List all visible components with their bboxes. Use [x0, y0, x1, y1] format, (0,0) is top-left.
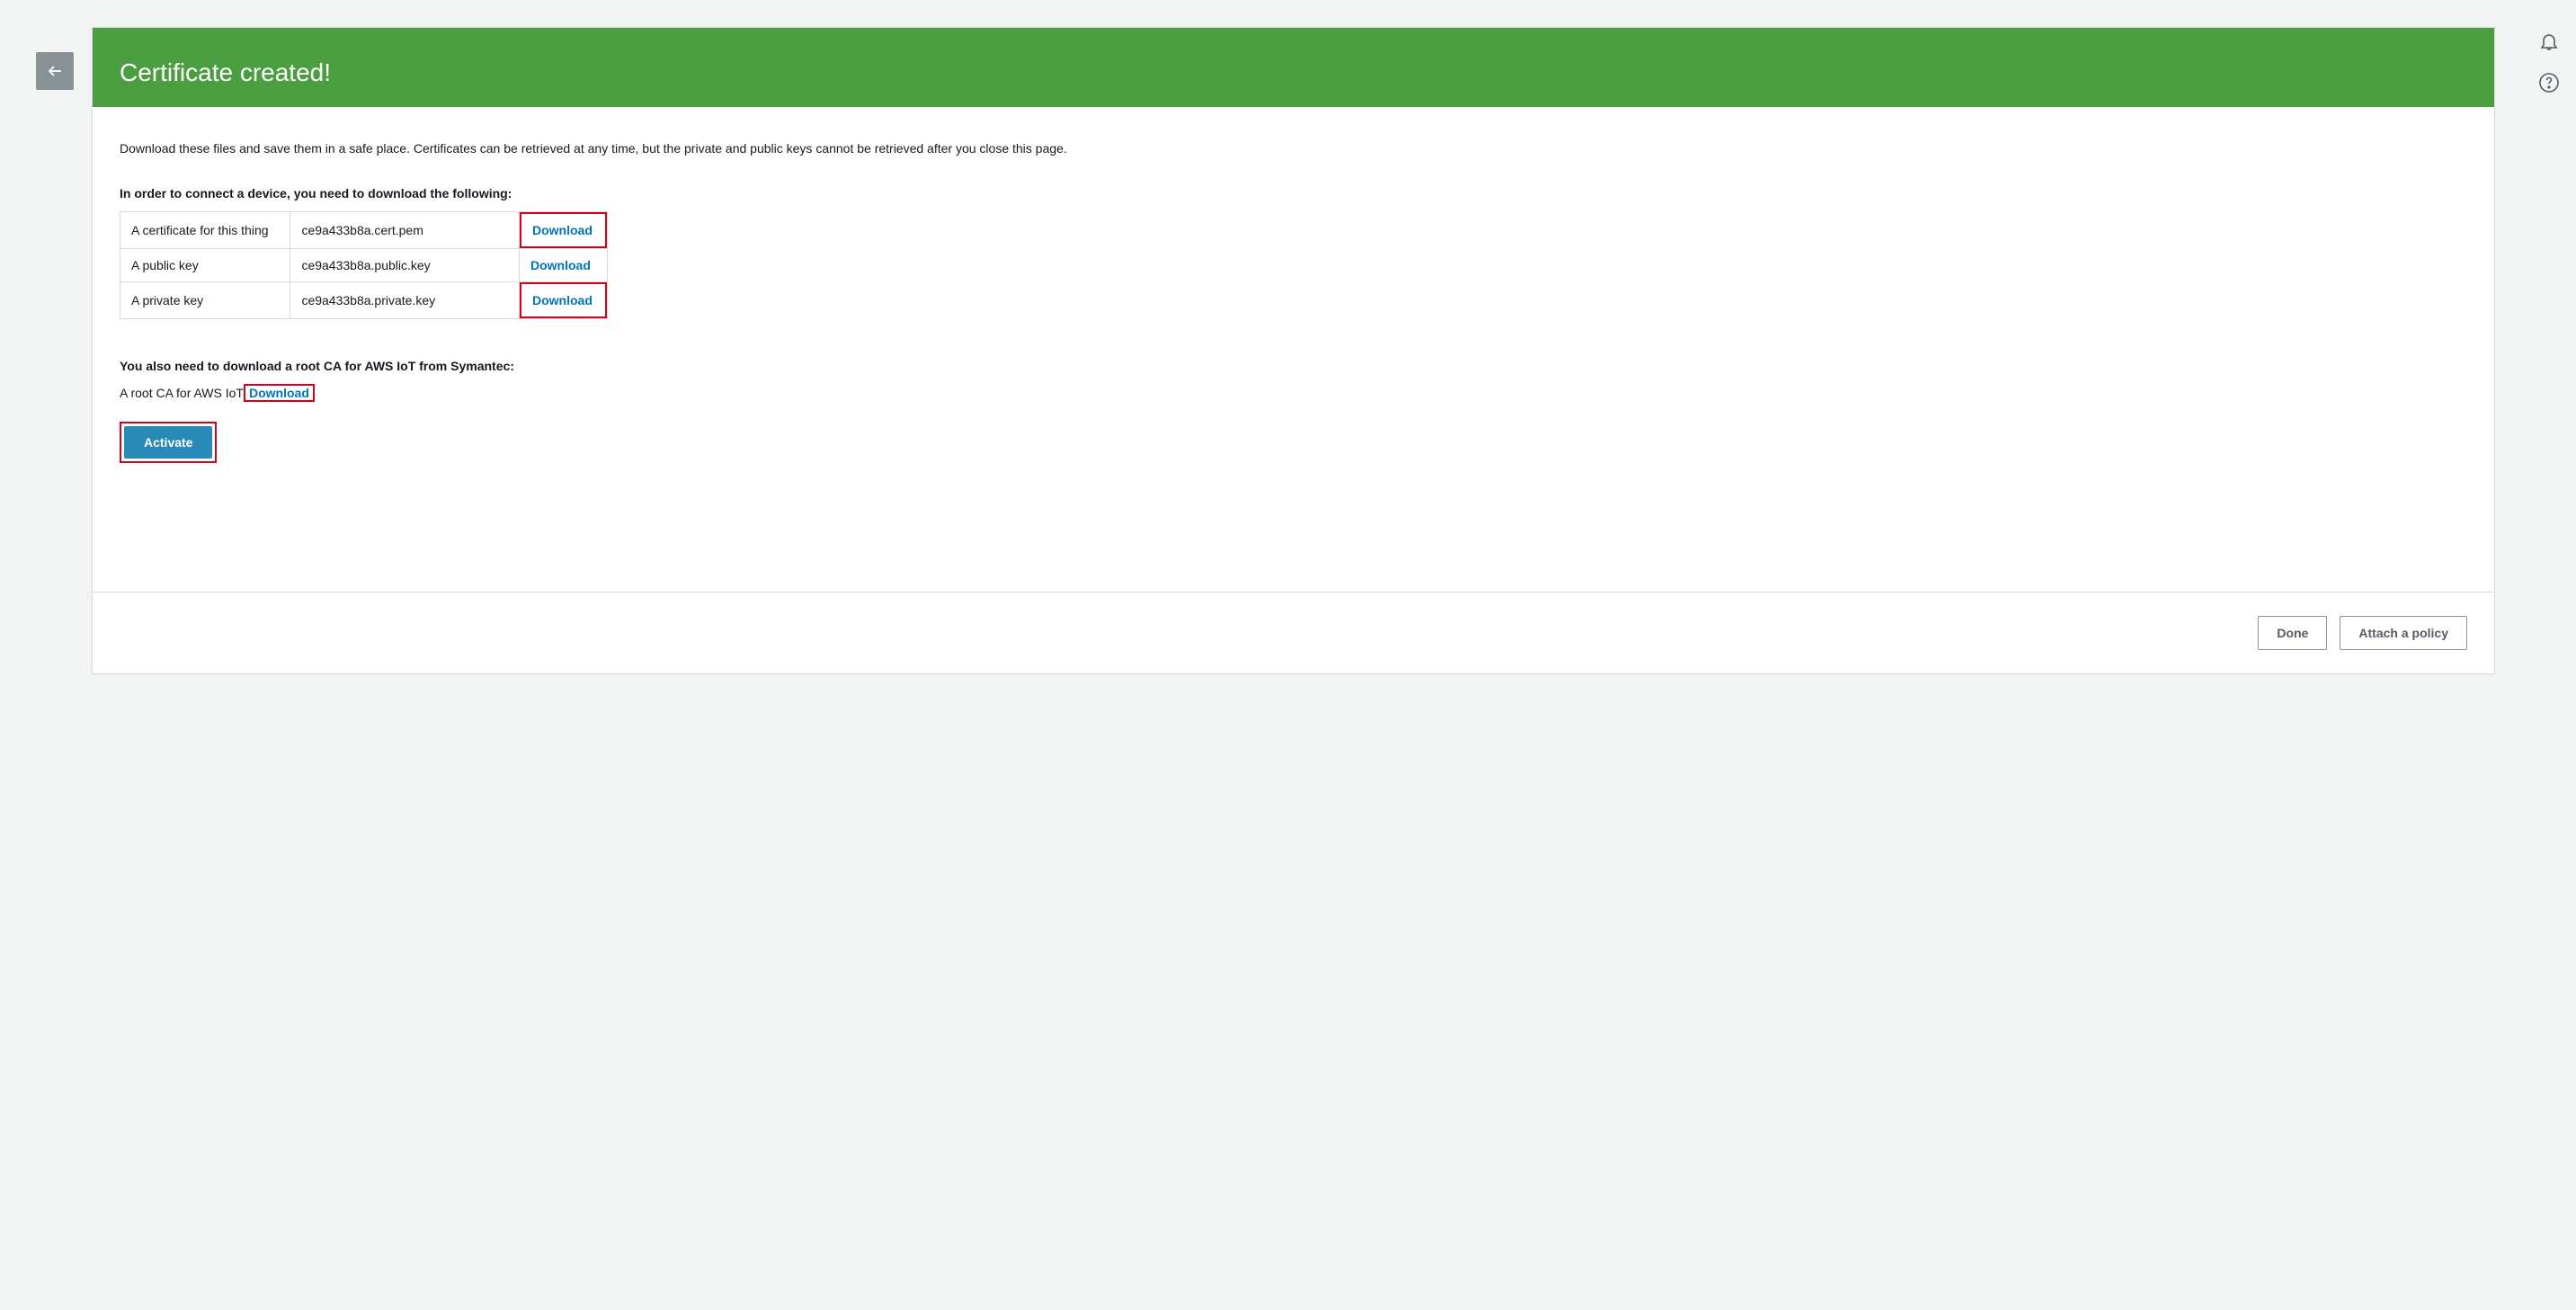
help-icon[interactable]	[2538, 72, 2560, 94]
activate-button[interactable]: Activate	[124, 426, 212, 459]
table-row: A public key ce9a433b8a.public.key Downl…	[120, 249, 608, 282]
table-row: A certificate for this thing ce9a433b8a.…	[120, 212, 608, 249]
root-ca-heading: You also need to download a root CA for …	[120, 359, 2467, 373]
row-filename: ce9a433b8a.public.key	[290, 249, 520, 282]
table-row: A private key ce9a433b8a.private.key Dow…	[120, 282, 608, 319]
row-filename: ce9a433b8a.private.key	[290, 282, 520, 319]
banner-title: Certificate created!	[120, 58, 331, 86]
highlight-box: Download	[520, 212, 607, 248]
arrow-left-icon	[47, 63, 63, 79]
downloads-table: A certificate for this thing ce9a433b8a.…	[120, 211, 608, 319]
utility-icons	[2538, 31, 2560, 94]
back-button[interactable]	[36, 52, 74, 90]
content-area: Download these files and save them in a …	[93, 107, 2494, 592]
main-card: Certificate created! Download these file…	[92, 27, 2495, 674]
row-label: A certificate for this thing	[120, 212, 290, 249]
row-link-cell: Download	[520, 212, 608, 249]
page-container: Certificate created! Download these file…	[0, 0, 2576, 701]
attach-policy-button[interactable]: Attach a policy	[2340, 616, 2467, 650]
banner: Certificate created!	[93, 28, 2494, 107]
download-public-key-link[interactable]: Download	[520, 249, 602, 281]
footer: Done Attach a policy	[93, 592, 2494, 673]
download-private-key-link[interactable]: Download	[521, 284, 603, 316]
root-ca-prefix: A root CA for AWS IoT	[120, 386, 244, 400]
notifications-icon[interactable]	[2538, 31, 2560, 52]
highlight-box: Activate	[120, 422, 217, 463]
row-label: A public key	[120, 249, 290, 282]
download-root-ca-link[interactable]: Download	[245, 384, 313, 402]
root-ca-line: A root CA for AWS IoTDownload	[120, 384, 2467, 402]
downloads-subheading: In order to connect a device, you need t…	[120, 186, 2467, 201]
root-ca-section: You also need to download a root CA for …	[120, 359, 2467, 402]
highlight-box: Download	[520, 282, 607, 318]
description-text: Download these files and save them in a …	[120, 141, 2467, 156]
highlight-box: Download	[244, 384, 315, 402]
row-link-cell: Download	[520, 282, 608, 319]
done-button[interactable]: Done	[2258, 616, 2327, 650]
row-label: A private key	[120, 282, 290, 319]
download-certificate-link[interactable]: Download	[521, 214, 603, 246]
row-filename: ce9a433b8a.cert.pem	[290, 212, 520, 249]
row-link-cell: Download	[520, 249, 608, 282]
